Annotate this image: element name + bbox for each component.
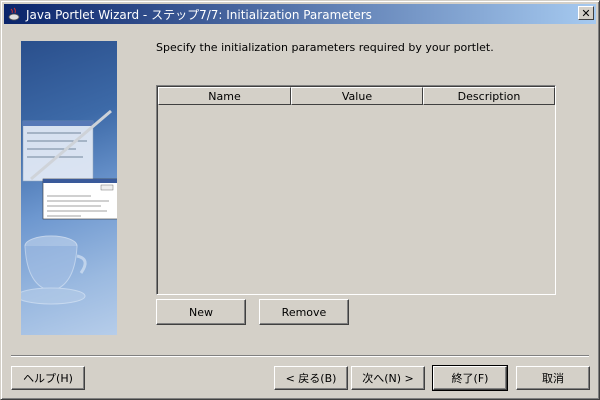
- remove-button[interactable]: Remove: [259, 299, 349, 325]
- cancel-button[interactable]: 取消: [516, 366, 590, 390]
- instruction-text: Specify the initialization parameters re…: [156, 41, 494, 54]
- window-title: Java Portlet Wizard - ステップ7/7: Initializ…: [26, 7, 372, 22]
- java-cup-icon: [6, 6, 22, 22]
- help-button[interactable]: ヘルプ(H): [11, 366, 85, 390]
- wizard-side-illustration: [21, 41, 117, 335]
- footer-separator: [11, 355, 589, 357]
- table-header: Name Value Description: [158, 87, 555, 105]
- title-bar[interactable]: Java Portlet Wizard - ステップ7/7: Initializ…: [4, 4, 596, 24]
- new-button[interactable]: New: [156, 299, 246, 325]
- back-button[interactable]: < 戻る(B): [274, 366, 348, 390]
- column-header-name[interactable]: Name: [158, 87, 291, 105]
- finish-button[interactable]: 終了(F): [432, 365, 508, 391]
- close-icon: ✕: [581, 6, 591, 20]
- next-button[interactable]: 次へ(N) >: [351, 366, 425, 390]
- close-button[interactable]: ✕: [578, 6, 594, 20]
- init-params-table[interactable]: Name Value Description: [156, 85, 556, 295]
- wizard-dialog: Java Portlet Wizard - ステップ7/7: Initializ…: [0, 0, 600, 400]
- column-header-description[interactable]: Description: [423, 87, 555, 105]
- column-header-value[interactable]: Value: [291, 87, 423, 105]
